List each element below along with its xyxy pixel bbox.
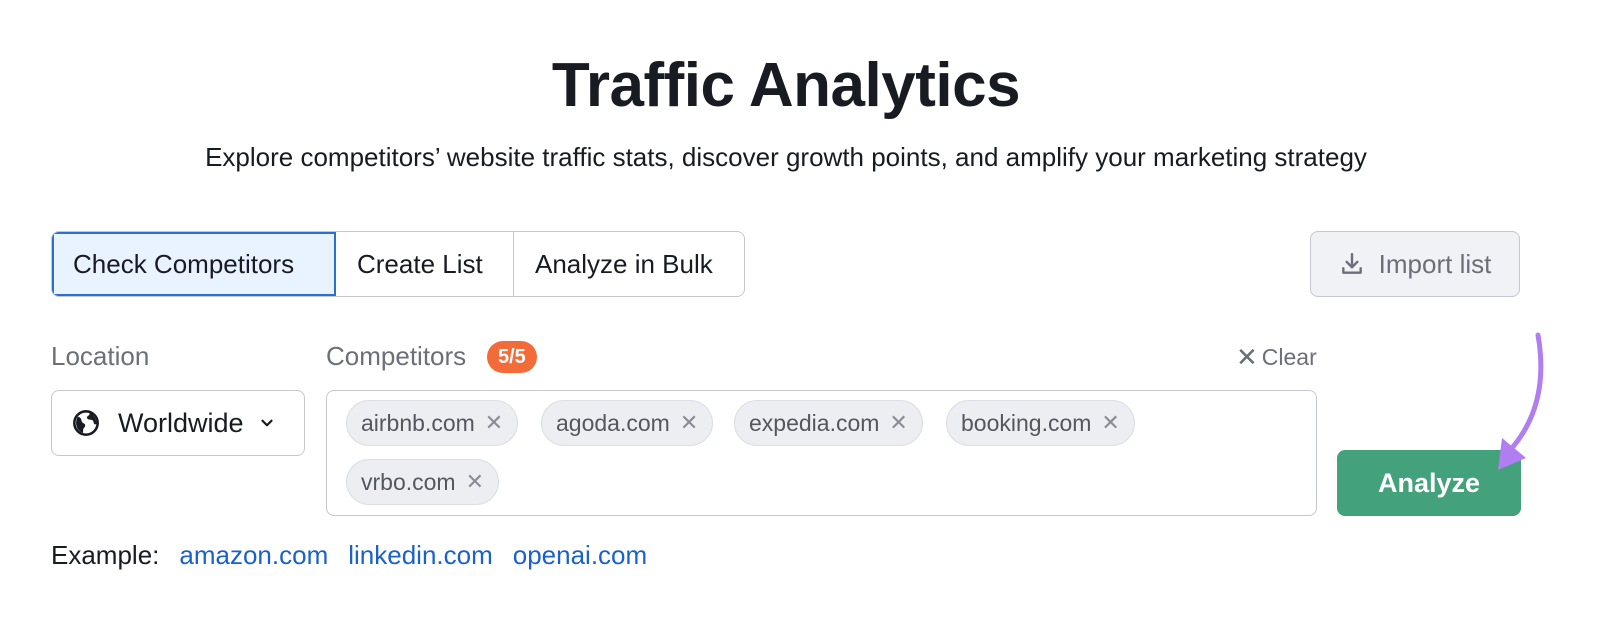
examples-row: Example: amazon.com linkedin.com openai.… [51, 540, 647, 571]
competitors-label: Competitors [326, 341, 467, 371]
tab-analyze-in-bulk[interactable]: Analyze in Bulk [514, 232, 744, 296]
competitors-count-badge: 5/5 [487, 341, 537, 373]
chip-label: airbnb.com [361, 409, 475, 436]
tab-create-list[interactable]: Create List [336, 232, 514, 296]
competitor-chip: airbnb.com ✕ [346, 400, 519, 446]
remove-icon[interactable]: ✕ [680, 410, 698, 436]
arrow-pointer-icon [1498, 332, 1544, 470]
chevron-down-icon [260, 419, 273, 427]
competitors-input[interactable]: airbnb.com ✕ agoda.com ✕ expedia.com ✕ b… [326, 390, 1317, 516]
chip-label: vrbo.com [361, 468, 456, 495]
chip-label: expedia.com [749, 409, 880, 436]
chip-label: agoda.com [556, 409, 670, 436]
mode-tabs: Check Competitors Create List Analyze in… [51, 231, 745, 297]
import-list-button[interactable]: Import list [1310, 231, 1520, 297]
clear-label: Clear [1261, 344, 1317, 370]
close-icon: ✕ [1236, 342, 1258, 372]
page-subtitle: Explore competitors’ website traffic sta… [205, 142, 1367, 172]
location-select[interactable]: Worldwide [51, 390, 305, 456]
remove-icon[interactable]: ✕ [466, 469, 484, 495]
example-link-linkedin[interactable]: linkedin.com [348, 540, 493, 571]
remove-icon[interactable]: ✕ [1101, 410, 1119, 436]
globe-icon [73, 410, 99, 436]
example-label: Example: [51, 540, 160, 570]
location-value: Worldwide [118, 407, 244, 438]
example-link-openai[interactable]: openai.com [513, 540, 647, 571]
remove-icon[interactable]: ✕ [485, 410, 503, 436]
competitor-chip: expedia.com ✕ [734, 400, 923, 446]
competitor-chip: agoda.com ✕ [541, 400, 714, 446]
location-label: Location [51, 341, 150, 371]
remove-icon[interactable]: ✕ [889, 410, 907, 436]
example-link-amazon[interactable]: amazon.com [179, 540, 328, 571]
import-list-label: Import list [1378, 248, 1492, 279]
page-title: Traffic Analytics [551, 51, 1021, 120]
tab-check-competitors[interactable]: Check Competitors [52, 232, 336, 296]
competitor-chip: vrbo.com ✕ [346, 459, 500, 505]
download-icon [1341, 253, 1362, 274]
clear-button[interactable]: ✕ Clear [1236, 342, 1317, 373]
chip-label: booking.com [961, 409, 1092, 436]
competitor-chip: booking.com ✕ [946, 400, 1135, 446]
